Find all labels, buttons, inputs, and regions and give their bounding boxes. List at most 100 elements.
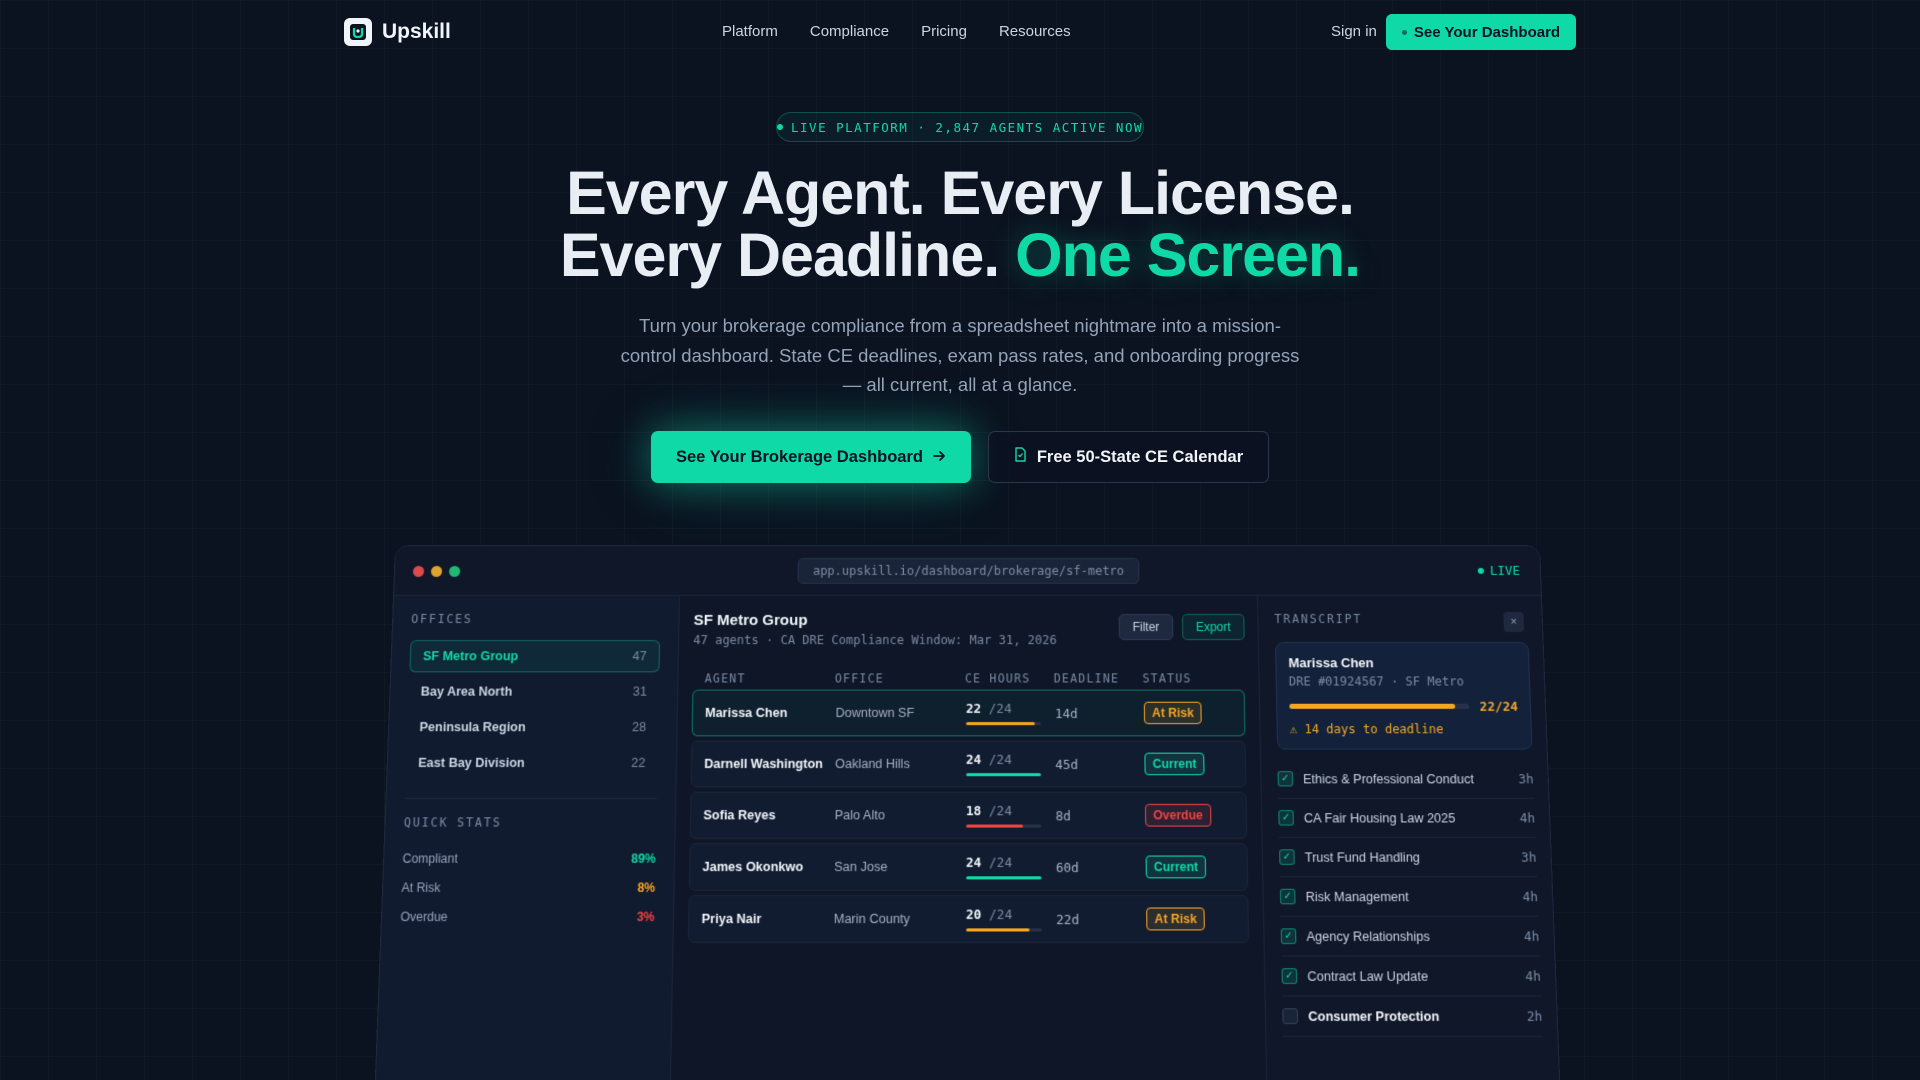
- ce-hours: 18 /24: [965, 802, 1056, 828]
- ce-hours-value: 18: [965, 802, 982, 819]
- close-icon[interactable]: ×: [1503, 611, 1525, 633]
- column-header-office[interactable]: OFFICE: [835, 671, 965, 685]
- check-icon[interactable]: ✓: [1277, 771, 1294, 787]
- column-header-ce-hours[interactable]: CE HOURS: [965, 671, 1054, 685]
- stat-label: Overdue: [400, 909, 448, 925]
- maximize-window-icon[interactable]: [448, 565, 461, 577]
- sidebar-item-bay-area-north[interactable]: Bay Area North 31: [408, 675, 659, 707]
- live-status-text: LIVE PLATFORM · 2,847 AGENTS ACTIVE NOW: [791, 119, 1143, 135]
- office-count: 28: [631, 720, 647, 735]
- course-name: Risk Management: [1305, 889, 1409, 904]
- office-name: Bay Area North: [420, 684, 513, 699]
- sign-in-link[interactable]: Sign in: [1331, 23, 1377, 40]
- stat-overdue: Overdue 3%: [400, 902, 655, 931]
- nav-link-resources[interactable]: Resources: [999, 23, 1071, 40]
- brokerage-dashboard-button[interactable]: See Your Brokerage Dashboard: [651, 431, 971, 483]
- column-header-status[interactable]: STATUS: [1142, 671, 1232, 685]
- see-dashboard-button[interactable]: See Your Dashboard: [1386, 14, 1576, 50]
- ce-hours: 20 /24: [965, 906, 1056, 932]
- stat-label: Compliant: [402, 851, 458, 866]
- ce-hours-total: /24: [989, 906, 1013, 923]
- stat-label: At Risk: [401, 880, 441, 895]
- ce-progress-fill: [965, 773, 1042, 777]
- agent-license-id: DRE #01924567 · SF Metro: [1288, 674, 1465, 689]
- agent-office: Palo Alto: [834, 808, 885, 823]
- live-indicator: LIVE: [1477, 563, 1520, 578]
- agent-name: Marissa Chen: [705, 705, 788, 721]
- arrow-right-icon: [933, 448, 946, 467]
- course-item[interactable]: ✓ Consumer Protection 2h: [1282, 996, 1544, 1037]
- headline-accent: One Screen.: [1015, 221, 1361, 289]
- check-icon[interactable]: ✓: [1278, 810, 1294, 826]
- course-item[interactable]: ✓ Contract Law Update 4h: [1281, 956, 1542, 997]
- close-window-icon[interactable]: [412, 565, 425, 577]
- course-name: Contract Law Update: [1307, 968, 1429, 984]
- ce-hours: 22 /24: [965, 701, 1055, 726]
- checkbox-empty-icon[interactable]: ✓: [1282, 1008, 1299, 1025]
- stat-value: 89%: [631, 851, 656, 866]
- agent-name: Priya Nair: [701, 911, 762, 927]
- ce-calendar-button[interactable]: Free 50-State CE Calendar: [988, 431, 1269, 483]
- office-name: SF Metro Group: [422, 649, 519, 664]
- ce-progress-fill: [965, 928, 1030, 932]
- offices-label: OFFICES: [411, 611, 473, 626]
- deadline-days: 8d: [1055, 807, 1071, 823]
- agent-office: Downtown SF: [835, 705, 915, 721]
- table-row[interactable]: Sofia Reyes Palo Alto 18 /24 8d Overdue: [689, 791, 1248, 839]
- column-header-deadline[interactable]: DEADLINE: [1054, 671, 1143, 685]
- minimize-window-icon[interactable]: [430, 565, 443, 577]
- agent-name: Sofia Reyes: [703, 808, 776, 823]
- course-list: ✓ Ethics & Professional Conduct 3h ✓ CA Fair…: [1277, 759, 1544, 1037]
- course-item[interactable]: ✓ Risk Management 4h: [1279, 877, 1539, 917]
- office-count: 31: [632, 684, 648, 699]
- deadline-days: 22d: [1056, 911, 1080, 927]
- brand-logo[interactable]: Upskill: [344, 18, 451, 46]
- nav-link-pricing[interactable]: Pricing: [921, 23, 967, 40]
- table-row[interactable]: Priya Nair Marin County 20 /24 22d At Risk: [687, 894, 1250, 944]
- ce-hours-value: 20: [965, 906, 982, 923]
- dot-icon: [1401, 29, 1407, 35]
- window-controls: [412, 565, 461, 577]
- course-hours: 4h: [1522, 888, 1539, 905]
- table-row[interactable]: James Okonkwo San Jose 24 /24 60d Current: [688, 843, 1249, 891]
- course-item[interactable]: ✓ CA Fair Housing Law 2025 4h: [1278, 798, 1536, 838]
- filter-button[interactable]: Filter: [1118, 613, 1174, 641]
- stat-value: 3%: [636, 909, 655, 925]
- sidebar-item-sf-metro[interactable]: SF Metro Group 47: [409, 640, 661, 673]
- table-row[interactable]: Marissa Chen Downtown SF 22 /24 14d At Risk: [691, 689, 1246, 737]
- check-icon[interactable]: ✓: [1279, 849, 1295, 865]
- upskill-logo-icon: [344, 18, 372, 46]
- nav-link-compliance[interactable]: Compliance: [810, 23, 889, 40]
- course-hours: 4h: [1525, 968, 1542, 984]
- table-body: Marissa Chen Downtown SF 22 /24 14d At Risk D…: [687, 689, 1250, 944]
- course-hours: 3h: [1520, 849, 1537, 865]
- status-badge: At Risk: [1143, 701, 1203, 725]
- see-dashboard-label: See Your Dashboard: [1413, 23, 1561, 41]
- sidebar-item-east-bay[interactable]: East Bay Division 22: [405, 747, 657, 780]
- office-count: 22: [631, 755, 646, 771]
- export-button[interactable]: Export: [1181, 613, 1245, 641]
- live-status-pill: LIVE PLATFORM · 2,847 AGENTS ACTIVE NOW: [776, 112, 1144, 142]
- check-icon[interactable]: ✓: [1281, 968, 1298, 984]
- course-name: CA Fair Housing Law 2025: [1303, 810, 1456, 826]
- window-titlebar: app.upskill.io/dashboard/brokerage/sf-me…: [394, 545, 1541, 596]
- course-item[interactable]: ✓ Agency Relationships 4h: [1280, 916, 1541, 957]
- status-cell: At Risk: [1146, 907, 1235, 931]
- course-item[interactable]: ✓ Ethics & Professional Conduct 3h: [1277, 759, 1535, 799]
- live-dot-icon: [1477, 567, 1484, 574]
- sidebar-item-peninsula[interactable]: Peninsula Region 28: [407, 711, 659, 744]
- course-name: Trust Fund Handling: [1304, 849, 1421, 865]
- transcript-label: TRANSCRIPT: [1274, 611, 1363, 626]
- table-row[interactable]: Darnell Washington Oakland Hills 24 /24 45d…: [690, 740, 1247, 788]
- status-badge: Current: [1144, 752, 1205, 776]
- live-dot-icon: [777, 124, 783, 130]
- ce-hours-total: /24: [989, 854, 1013, 871]
- nav-link-platform[interactable]: Platform: [722, 23, 778, 40]
- check-icon[interactable]: ✓: [1279, 888, 1296, 905]
- column-header-agent[interactable]: AGENT: [705, 671, 835, 685]
- check-icon[interactable]: ✓: [1280, 928, 1297, 945]
- ce-progress-bar: [965, 722, 1041, 726]
- address-bar[interactable]: app.upskill.io/dashboard/brokerage/sf-me…: [797, 557, 1140, 584]
- ce-hours-value: 24: [965, 854, 982, 871]
- course-item[interactable]: ✓ Trust Fund Handling 3h: [1278, 837, 1538, 878]
